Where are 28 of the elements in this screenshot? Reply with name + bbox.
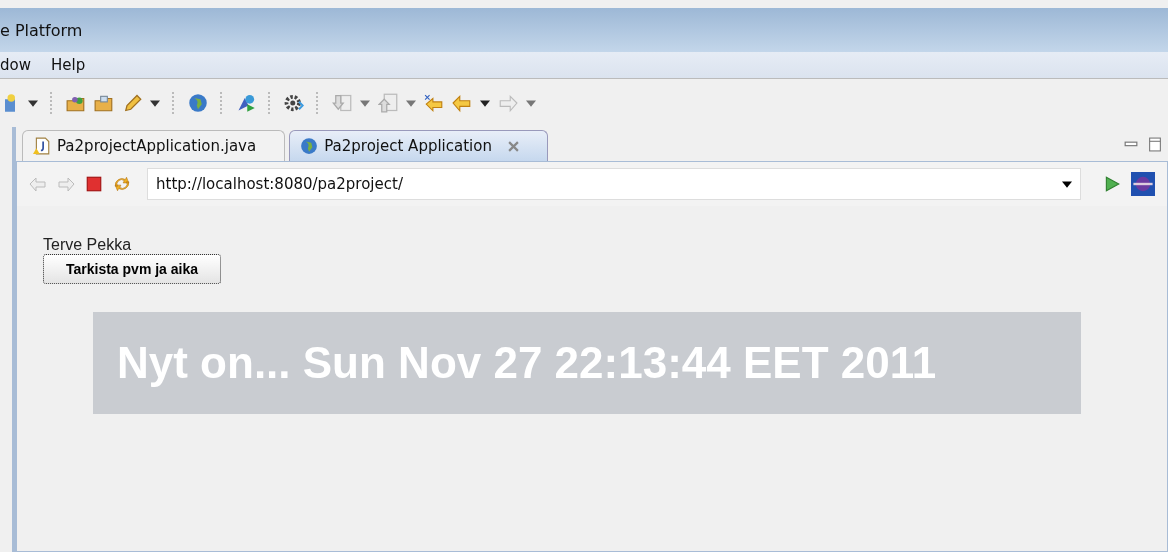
menu-item[interactable]: Help xyxy=(50,56,86,74)
greeting-text: Terve Pekka xyxy=(43,236,133,254)
upload-icon[interactable] xyxy=(378,93,398,113)
window-title: e Platform xyxy=(0,20,83,40)
url-field[interactable]: http://localhost:8080/pa2project/ xyxy=(147,168,1081,200)
check-date-button[interactable]: Tarkista pvm ja aika xyxy=(43,254,222,284)
arrow-left-icon[interactable] xyxy=(452,93,472,113)
menu-item[interactable]: dow xyxy=(0,56,31,74)
globe-icon xyxy=(300,137,319,155)
dropdown-caret-icon[interactable] xyxy=(150,99,160,107)
stop-icon[interactable] xyxy=(85,175,103,193)
gear-icon[interactable] xyxy=(284,93,304,113)
dropdown-caret-icon[interactable] xyxy=(28,99,38,107)
globe-icon[interactable] xyxy=(188,93,208,113)
download-icon[interactable] xyxy=(332,93,352,113)
go-icon[interactable] xyxy=(1103,175,1121,193)
eclipse-logo-icon xyxy=(1131,172,1155,196)
pencil-icon[interactable] xyxy=(122,93,142,113)
editor-tab[interactable]: Pa2projectApplication.java xyxy=(22,130,286,161)
dropdown-caret-icon[interactable] xyxy=(1062,180,1072,188)
editor-tab[interactable]: Pa2project Application xyxy=(289,130,548,161)
maximize-icon[interactable] xyxy=(1148,136,1162,152)
dropdown-caret-icon[interactable] xyxy=(480,99,490,107)
close-icon[interactable] xyxy=(507,140,519,152)
refresh-icon[interactable] xyxy=(113,175,131,193)
arrow-left-icon[interactable] xyxy=(424,93,444,113)
java-file-icon xyxy=(33,137,51,155)
folder-icon[interactable] xyxy=(94,93,114,113)
